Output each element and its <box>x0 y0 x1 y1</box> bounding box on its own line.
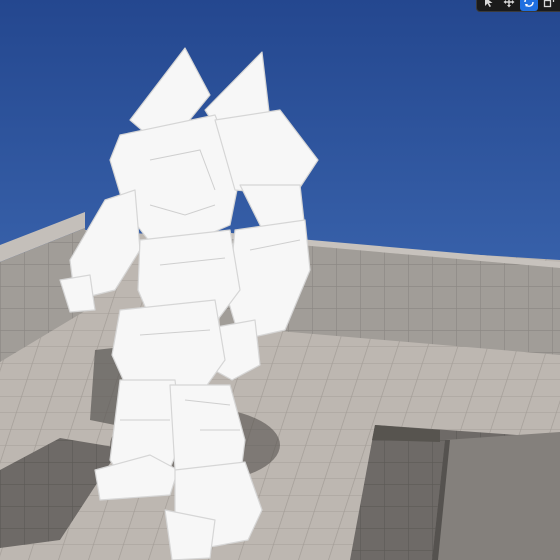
scene-render <box>0 0 560 560</box>
scale-box-icon <box>543 0 555 8</box>
move-arrows-icon <box>503 0 515 8</box>
select-tool-button[interactable] <box>480 0 498 11</box>
scale-tool-button[interactable] <box>540 0 558 11</box>
select-cursor-icon <box>485 0 493 7</box>
move-tool-button[interactable] <box>500 0 518 11</box>
editor-viewport[interactable] <box>0 0 560 560</box>
rotate-tool-button[interactable] <box>520 0 538 11</box>
viewport-toolbar <box>476 0 560 12</box>
rotate-arrows-icon <box>524 0 534 7</box>
